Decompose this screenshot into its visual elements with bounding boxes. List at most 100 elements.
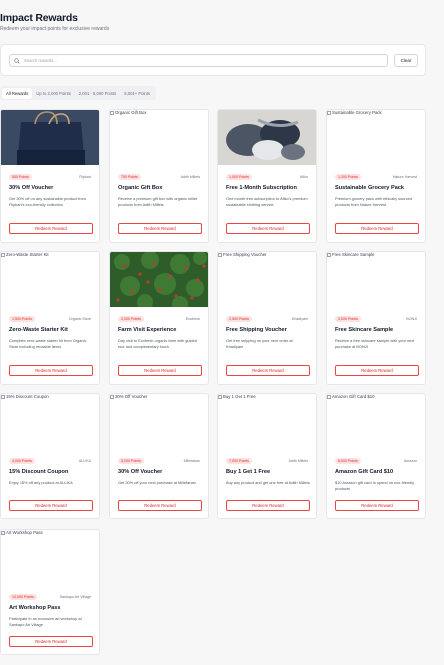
reward-card: Zero-Waste Starter Kit 1,500 Points Organi… xyxy=(0,251,100,385)
brand-name: Sankapo Art Village xyxy=(59,595,91,599)
reward-description: Get free shipping on your next order at … xyxy=(226,338,293,349)
points-badge: 500 Points xyxy=(9,174,32,180)
tab-2001-5000[interactable]: 2,001 - 5,000 Points xyxy=(75,88,120,99)
image-alt-text: Free Shipping Voucher xyxy=(223,252,267,257)
search-box[interactable] xyxy=(9,54,388,67)
points-badge: 3,000 Points xyxy=(335,316,361,322)
reward-description: Receive a free skincare sample with your… xyxy=(335,338,415,349)
redeem-button[interactable]: Redeem Reward xyxy=(9,223,93,234)
reward-title: Free Skincare Sample xyxy=(335,327,394,333)
reward-image: Zero-Waste Starter Kit xyxy=(1,252,99,307)
image-alt-text: Art Workshop Pass xyxy=(6,530,43,535)
tab-5001-plus[interactable]: 5,001+ Points xyxy=(120,88,154,99)
reward-card: Buy 1 Get 1 Free 7,000 Points Adith Millet… xyxy=(217,393,317,519)
brand-name: Adith Millets xyxy=(288,459,308,463)
reward-image: Free Skincare Sample xyxy=(327,252,425,307)
brand-name: BONJI xyxy=(406,317,417,321)
broken-image-icon: Free Skincare Sample xyxy=(327,252,375,257)
brand-name: Amazon xyxy=(403,459,417,463)
brand-name: Flipkart xyxy=(79,175,91,179)
clear-button[interactable]: Clear xyxy=(394,54,418,67)
broken-image-icon: Art Workshop Pass xyxy=(1,530,43,535)
reward-card: Art Workshop Pass 10,000 Points Sankapo Ar… xyxy=(0,529,100,655)
reward-image: Organic Gift Box xyxy=(110,110,208,165)
filter-tabs: All Rewards Up to 2,000 Points 2,001 - 5… xyxy=(0,86,157,100)
tab-up-to-2000[interactable]: Up to 2,000 Points xyxy=(32,88,74,99)
reward-description: One month free subscription to Afiko's p… xyxy=(226,196,308,207)
tab-all-rewards[interactable]: All Rewards xyxy=(2,87,33,99)
reward-description: Buy any product and get one free at Adit… xyxy=(226,480,310,485)
image-alt-text: 15% Discount Coupon xyxy=(6,394,49,399)
reward-title: 30% Off Voucher xyxy=(9,185,54,191)
image-alt-text: Free Skincare Sample xyxy=(332,252,375,257)
redeem-button[interactable]: Redeem Reward xyxy=(9,500,93,511)
reward-description: Enjoy 15% off any product at ALLIKA xyxy=(9,480,73,485)
reward-title: Organic Gift Box xyxy=(118,185,163,191)
points-badge: 2,000 Points xyxy=(118,316,144,322)
points-badge: 1,500 Points xyxy=(9,316,35,322)
reward-title: 15% Discount Coupon xyxy=(9,469,69,475)
points-badge: 5,000 Points xyxy=(118,458,144,464)
brand-name: Nature Harvest xyxy=(392,175,417,179)
broken-image-icon: Free Shipping Voucher xyxy=(218,252,267,257)
points-badge: 8,000 Points xyxy=(335,458,361,464)
reward-card: Free Shipping Voucher 2,500 Points Khadiya… xyxy=(217,251,317,385)
reward-title: Art Workshop Pass xyxy=(9,605,61,611)
reward-image xyxy=(218,110,316,165)
redeem-button[interactable]: Redeem Reward xyxy=(9,365,93,376)
reward-description: Get 30% off your next purchase at Millet… xyxy=(118,480,196,485)
redeem-button[interactable]: Redeem Reward xyxy=(9,636,93,647)
reward-title: Zero-Waste Starter Kit xyxy=(9,327,68,333)
redeem-button[interactable]: Redeem Reward xyxy=(335,500,419,511)
reward-image: Sustainable Grocery Pack xyxy=(327,110,425,165)
redeem-button[interactable]: Redeem Reward xyxy=(335,223,419,234)
reward-title: Free Shipping Voucher xyxy=(226,327,287,333)
redeem-button[interactable]: Redeem Reward xyxy=(118,365,202,376)
broken-image-icon: Zero-Waste Starter Kit xyxy=(1,252,49,257)
reward-description: Day visit to Ecofresh organic farm with … xyxy=(118,338,197,349)
redeem-button[interactable]: Redeem Reward xyxy=(226,500,310,511)
reward-card: 30% Off Voucher 5,000 Points Milletarian 30… xyxy=(109,393,209,519)
reward-card: 15% Discount Coupon 4,000 Points ALLIKA 15%… xyxy=(0,393,100,519)
reward-image: Amazon Gift Card $10 xyxy=(327,394,425,449)
redeem-button[interactable]: Redeem Reward xyxy=(118,223,202,234)
reward-image: 15% Discount Coupon xyxy=(1,394,99,449)
reward-card: 500 Points Flipkart 30% Off Voucher Get 30%… xyxy=(0,109,100,243)
brand-name: ALLIKA xyxy=(78,459,91,463)
search-panel: Clear xyxy=(0,44,426,76)
reward-image xyxy=(1,110,99,165)
reward-image xyxy=(110,252,208,312)
reward-card: 1,000 Points Afiko Free 1-Month Subscripti… xyxy=(217,109,317,243)
points-badge: 2,500 Points xyxy=(226,316,252,322)
reward-card: Free Skincare Sample 3,000 Points BONJI Fre… xyxy=(326,251,426,385)
reward-description: Participate in an exclusive art workshop… xyxy=(9,616,82,627)
points-badge: 4,000 Points xyxy=(9,458,35,464)
redeem-button[interactable]: Redeem Reward xyxy=(118,500,202,511)
broken-image-icon: Buy 1 Get 1 Free xyxy=(218,394,256,399)
reward-description: Get 30% off on any sustainable product f… xyxy=(9,196,86,207)
reward-title: Farm Visit Experience xyxy=(118,327,177,333)
broken-image-icon: 30% Off Voucher xyxy=(110,394,147,399)
reward-description: $10 Amazon gift card to spend on eco-fri… xyxy=(335,480,415,491)
points-badge: 1,000 Points xyxy=(226,174,252,180)
reward-title: Sustainable Grocery Pack xyxy=(335,185,405,191)
broken-image-icon: 15% Discount Coupon xyxy=(1,394,49,399)
reward-title: Buy 1 Get 1 Free xyxy=(226,469,271,475)
points-badge: 10,000 Points xyxy=(9,594,37,600)
search-icon xyxy=(14,57,20,64)
redeem-button[interactable]: Redeem Reward xyxy=(335,365,419,376)
brand-name: Adith Millets xyxy=(180,175,200,179)
image-alt-text: Amazon Gift Card $10 xyxy=(332,394,375,399)
reward-description: Receive a premium gift box with organic … xyxy=(118,196,198,207)
image-alt-text: Sustainable Grocery Pack xyxy=(332,110,382,115)
redeem-button[interactable]: Redeem Reward xyxy=(226,365,310,376)
redeem-button[interactable]: Redeem Reward xyxy=(226,223,310,234)
points-badge: 7,000 Points xyxy=(226,458,252,464)
broken-image-icon: Sustainable Grocery Pack xyxy=(327,110,382,115)
reward-description: Complete zero-waste starter kit from Org… xyxy=(9,338,87,349)
search-input[interactable] xyxy=(24,58,384,63)
brand-name: Organic Store xyxy=(68,317,91,321)
reward-image: Art Workshop Pass xyxy=(1,530,99,585)
reward-card: Organic Gift Box 750 Points Adith Millets O… xyxy=(109,109,209,243)
image-alt-text: Buy 1 Get 1 Free xyxy=(223,394,256,399)
